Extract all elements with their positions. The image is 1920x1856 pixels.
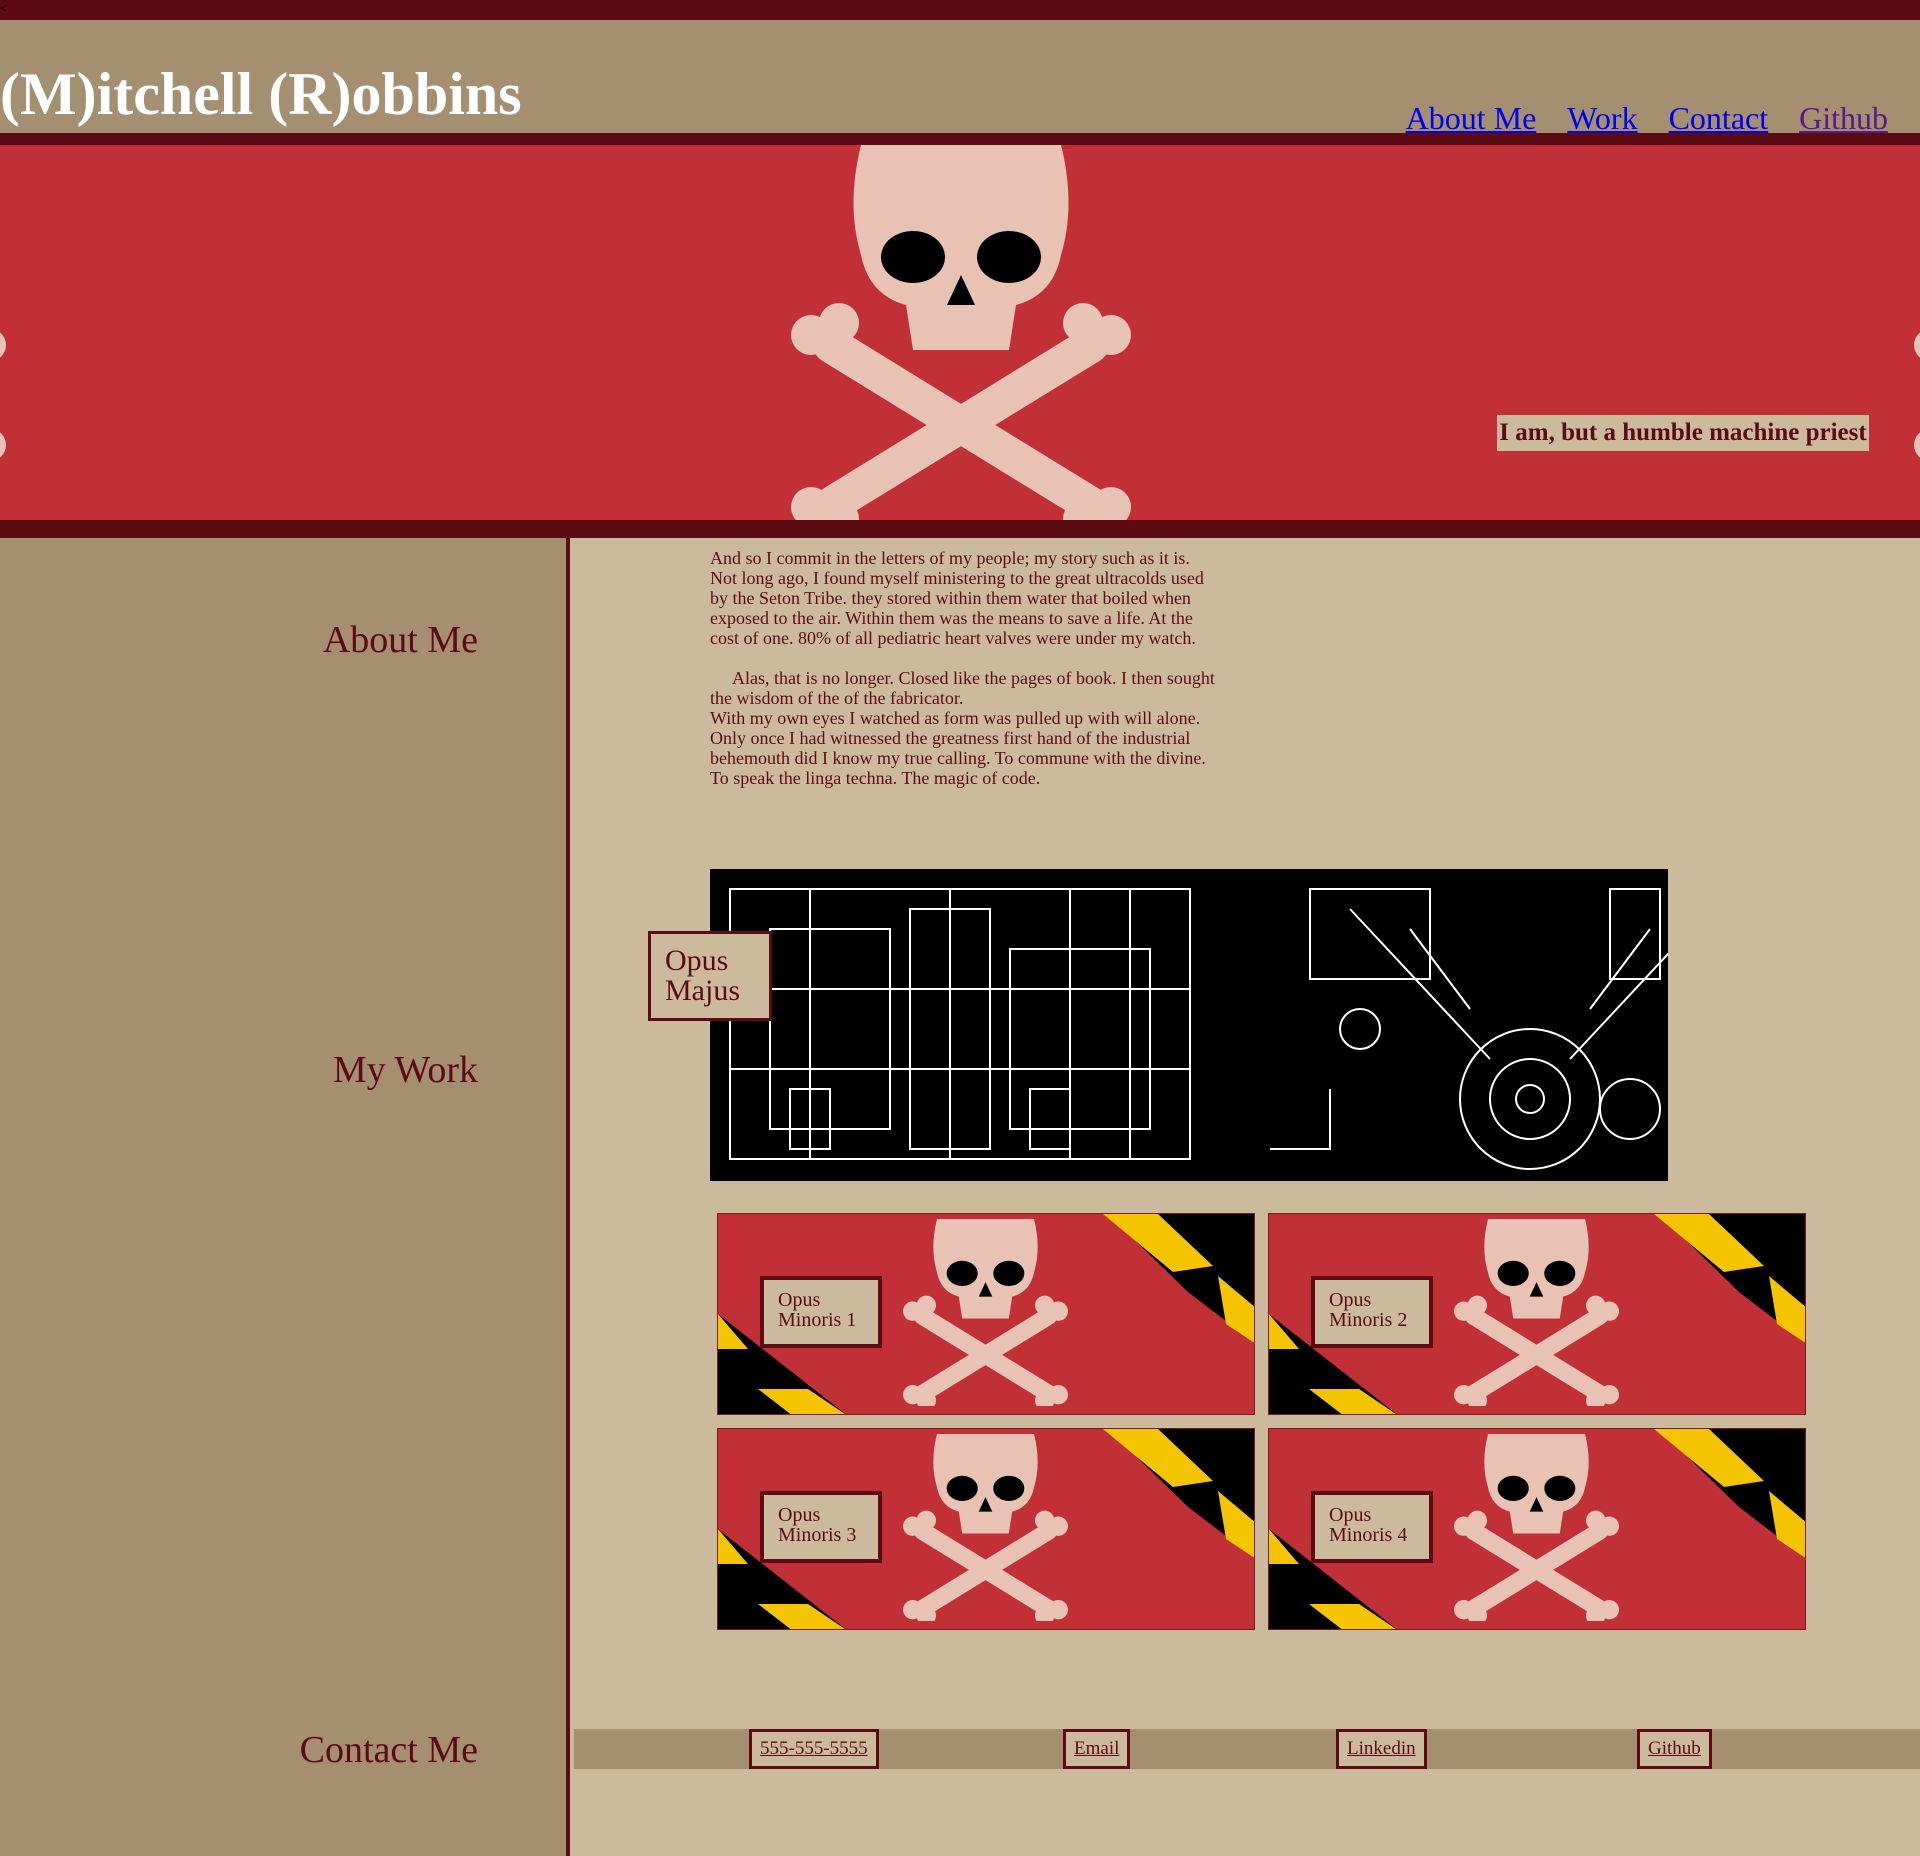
contact-heading: Contact Me xyxy=(299,1729,478,1771)
opus-minoris-card-4[interactable]: Opus Minoris 4 xyxy=(1268,1428,1806,1630)
minoris-label-line1: Opus xyxy=(1329,1289,1372,1311)
bone-fragment-left-icon xyxy=(0,332,6,458)
opus-majus-line2: Majus xyxy=(665,974,740,1007)
hero-divider xyxy=(0,520,1920,538)
site-title: (M)itchell (R)obbins xyxy=(0,61,522,127)
opus-minoris-label: Opus Minoris 2 xyxy=(1311,1276,1433,1348)
about-paragraph-1: And so I commit in the letters of my peo… xyxy=(710,548,1204,648)
minoris-label-line2: Minoris 4 xyxy=(1329,1524,1408,1546)
nav-link-github[interactable]: Github xyxy=(1799,100,1888,137)
work-heading: My Work xyxy=(332,1049,478,1091)
nav-link-about[interactable]: About Me xyxy=(1406,100,1537,137)
engine-blueprint-image[interactable] xyxy=(710,869,1668,1181)
opus-minoris-card-2[interactable]: Opus Minoris 2 xyxy=(1268,1213,1806,1415)
contact-linkedin-link[interactable]: Linkedin xyxy=(1336,1729,1427,1769)
blueprint-drawing xyxy=(729,888,1668,1170)
opus-minoris-card-1[interactable]: Opus Minoris 1 xyxy=(717,1213,1255,1415)
topbar-glyph: < xyxy=(0,1,7,15)
nav-link-contact[interactable]: Contact xyxy=(1669,100,1769,137)
contact-phone-link[interactable]: 555-555-5555 xyxy=(749,1729,879,1769)
header-divider xyxy=(0,133,1920,145)
contact-github-link[interactable]: Github xyxy=(1637,1729,1712,1769)
about-text: And so I commit in the letters of my peo… xyxy=(710,548,1220,808)
opus-minoris-label: Opus Minoris 3 xyxy=(760,1491,882,1563)
minoris-label-line1: Opus xyxy=(1329,1504,1372,1526)
opus-majus-line1: Opus xyxy=(665,944,729,977)
opus-minoris-label: Opus Minoris 4 xyxy=(1311,1491,1433,1563)
about-paragraph-2a: Alas, that is no longer. Closed like the… xyxy=(710,668,1215,708)
nav-link-work[interactable]: Work xyxy=(1567,100,1637,137)
minoris-label-line1: Opus xyxy=(778,1504,821,1526)
skull-and-crossbones-icon xyxy=(790,145,1132,520)
opus-minoris-label: Opus Minoris 1 xyxy=(760,1276,882,1348)
main-nav: About Me Work Contact Github xyxy=(1406,100,1888,137)
about-paragraph-2b: With my own eyes I watched as form was p… xyxy=(710,708,1206,788)
contact-email-link[interactable]: Email xyxy=(1063,1729,1131,1769)
top-bar: < xyxy=(0,0,1920,20)
about-heading: About Me xyxy=(322,619,478,661)
bone-fragment-right-icon xyxy=(1914,332,1920,458)
hero-banner xyxy=(0,145,1920,520)
minoris-label-line2: Minoris 1 xyxy=(778,1309,857,1331)
minoris-label-line2: Minoris 3 xyxy=(778,1524,857,1546)
hero-tagline: I am, but a humble machine priest xyxy=(1497,415,1869,451)
opus-majus-label[interactable]: Opus Majus xyxy=(648,931,772,1021)
site-header: (M)itchell (R)obbins About Me Work Conta… xyxy=(0,20,1920,136)
sidebar: About Me My Work Contact Me xyxy=(0,538,570,1856)
minoris-label-line1: Opus xyxy=(778,1289,821,1311)
opus-minoris-card-3[interactable]: Opus Minoris 3 xyxy=(717,1428,1255,1630)
minoris-label-line2: Minoris 2 xyxy=(1329,1309,1408,1331)
